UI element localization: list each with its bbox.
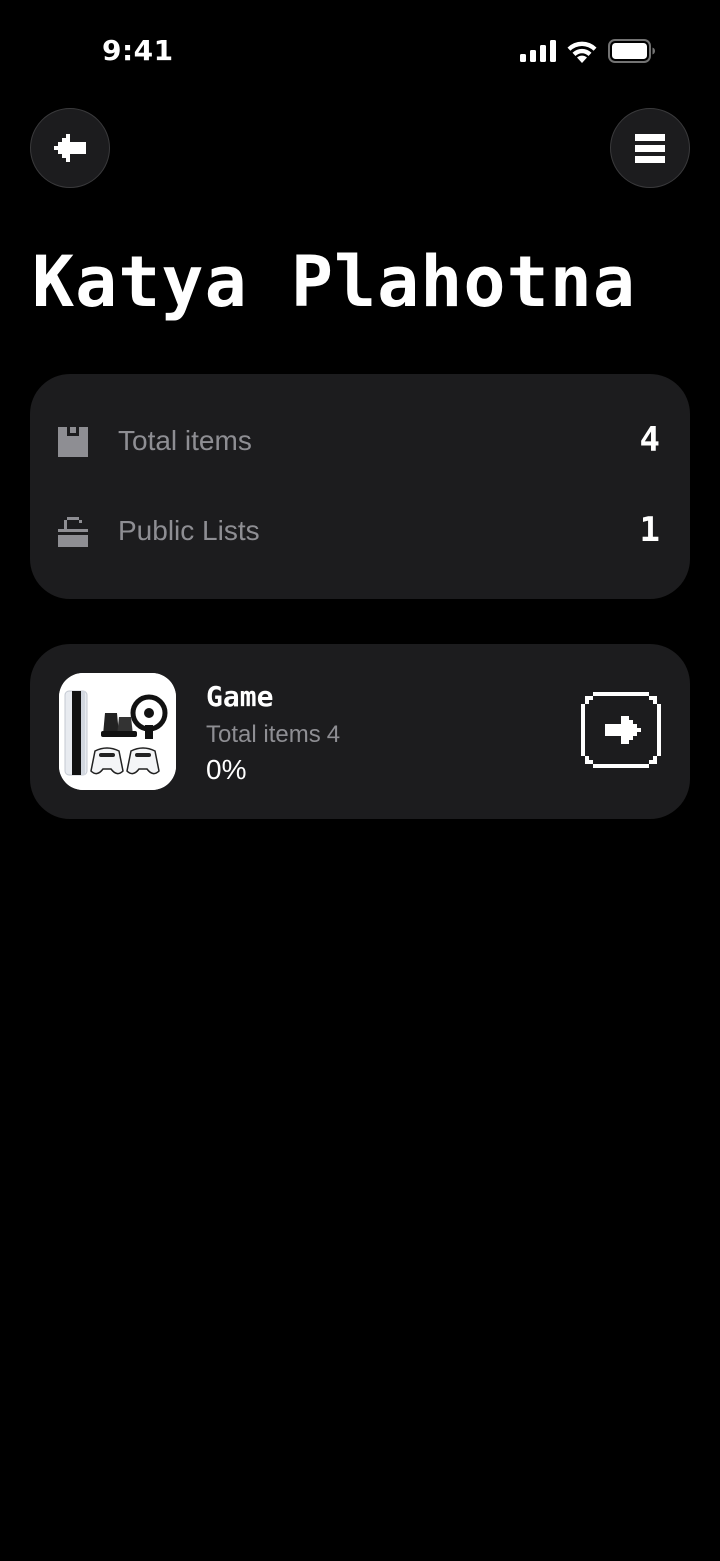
status-time: 9:41	[102, 34, 174, 67]
list-name: Game	[206, 680, 274, 713]
status-icons	[520, 38, 656, 64]
stat-row-public-lists: Public Lists 1	[30, 502, 690, 562]
stat-label: Public Lists	[118, 515, 260, 546]
console-bundle-image	[59, 673, 176, 790]
stat-row-total-items: Total items 4	[30, 412, 690, 472]
menu-button[interactable]	[610, 108, 690, 188]
page-title: Katya Plahotna	[32, 241, 637, 323]
cellular-signal-icon	[520, 40, 556, 62]
arrow-right-icon	[581, 692, 661, 768]
list-thumbnail	[59, 673, 176, 790]
unlock-icon	[58, 517, 88, 547]
stat-label: Total items	[118, 425, 252, 456]
stats-card: Total items 4 Public Lists 1	[30, 374, 690, 599]
box-icon	[58, 427, 88, 457]
list-count-label: Total items	[206, 721, 321, 748]
list-progress: 0%	[206, 754, 247, 785]
arrow-left-icon	[54, 134, 86, 162]
open-list-button[interactable]	[581, 692, 661, 768]
list-item-count: Total items 4	[206, 721, 340, 749]
status-bar: 9:41	[0, 0, 720, 100]
battery-icon	[608, 39, 655, 63]
stat-value: 4	[639, 420, 660, 460]
wifi-icon	[567, 41, 597, 63]
list-card-game[interactable]: Game Total items 4 0%	[30, 644, 690, 819]
list-count-value: 4	[326, 721, 341, 748]
hamburger-menu-icon	[635, 134, 665, 163]
back-button[interactable]	[30, 108, 110, 188]
stat-value: 1	[639, 510, 660, 550]
